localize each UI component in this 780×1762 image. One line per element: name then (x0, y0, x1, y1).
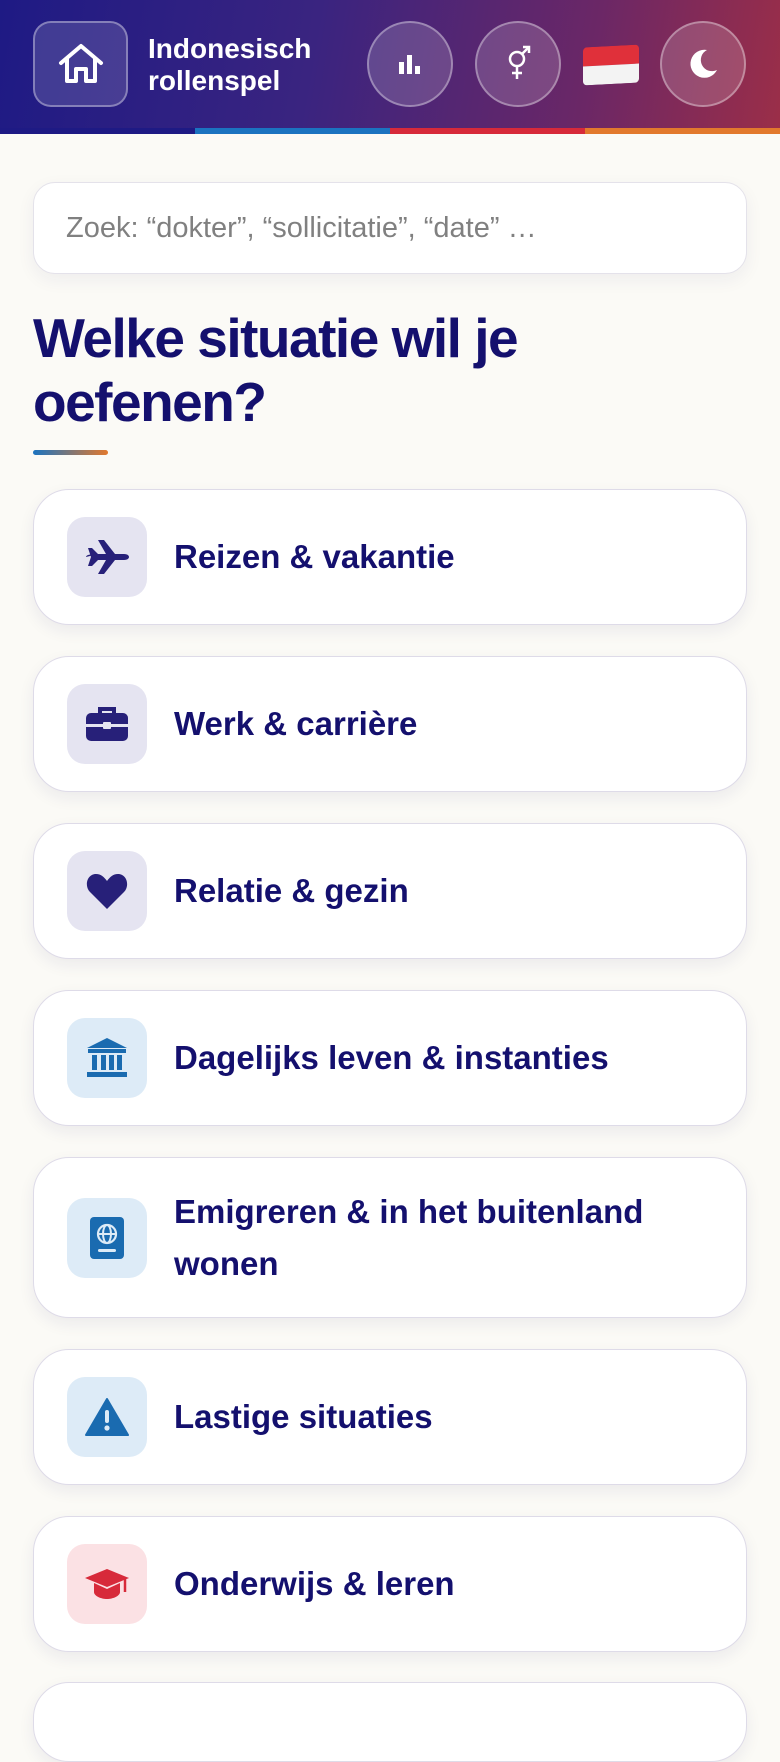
app-title: Indonesisch rollenspel (148, 33, 312, 96)
category-card-travel[interactable]: Reizen & vakantie (33, 489, 747, 625)
app-header: Indonesisch rollenspel (0, 0, 780, 134)
bar-chart-icon (399, 55, 420, 74)
stats-button[interactable] (367, 21, 453, 107)
category-label: Relatie & gezin (174, 872, 409, 909)
category-icon-box (67, 1018, 147, 1098)
indonesia-flag-icon[interactable] (583, 44, 639, 86)
category-icon-box (67, 1197, 147, 1278)
category-label: Reizen & vakantie (174, 538, 455, 575)
header-color-stripe (0, 128, 780, 134)
category-icon-box (67, 1377, 147, 1457)
category-label: Emigreren & in het buitenland wonen (174, 1192, 644, 1282)
graduation-cap-icon (85, 1569, 129, 1599)
airplane-icon (86, 540, 129, 574)
category-label: Werk & carrière (174, 705, 418, 742)
category-card-emigration[interactable]: Emigreren & in het buitenland wonen (33, 1157, 747, 1318)
page-title: Welke situatie wil je oefenen? (33, 307, 519, 433)
briefcase-icon (86, 707, 128, 741)
category-card-education[interactable]: Onderwijs & leren (33, 1516, 747, 1652)
category-card-partial[interactable] (33, 1682, 747, 1762)
search-input[interactable] (33, 182, 747, 274)
category-icon-box (67, 1544, 147, 1624)
warning-icon (85, 1398, 129, 1436)
home-button[interactable] (33, 21, 128, 107)
dark-mode-button[interactable] (660, 21, 746, 107)
bank-icon (87, 1038, 127, 1077)
category-label: Dagelijks leven & instanties (174, 1039, 609, 1076)
heading-underline (33, 450, 108, 455)
moon-icon (690, 49, 717, 78)
passport-icon (90, 1216, 124, 1259)
category-label: Onderwijs & leren (174, 1565, 455, 1602)
category-card-work[interactable]: Werk & carrière (33, 656, 747, 792)
heart-icon (86, 874, 128, 909)
category-icon-box (67, 517, 147, 597)
category-label: Lastige situaties (174, 1398, 433, 1435)
category-icon-box (67, 684, 147, 764)
category-card-difficult-situations[interactable]: Lastige situaties (33, 1349, 747, 1485)
category-card-relationship[interactable]: Relatie & gezin (33, 823, 747, 959)
home-icon (58, 44, 103, 83)
gender-button[interactable] (475, 21, 561, 107)
category-card-daily-life[interactable]: Dagelijks leven & instanties (33, 990, 747, 1126)
category-icon-box (67, 851, 147, 931)
gender-icon (508, 45, 531, 79)
